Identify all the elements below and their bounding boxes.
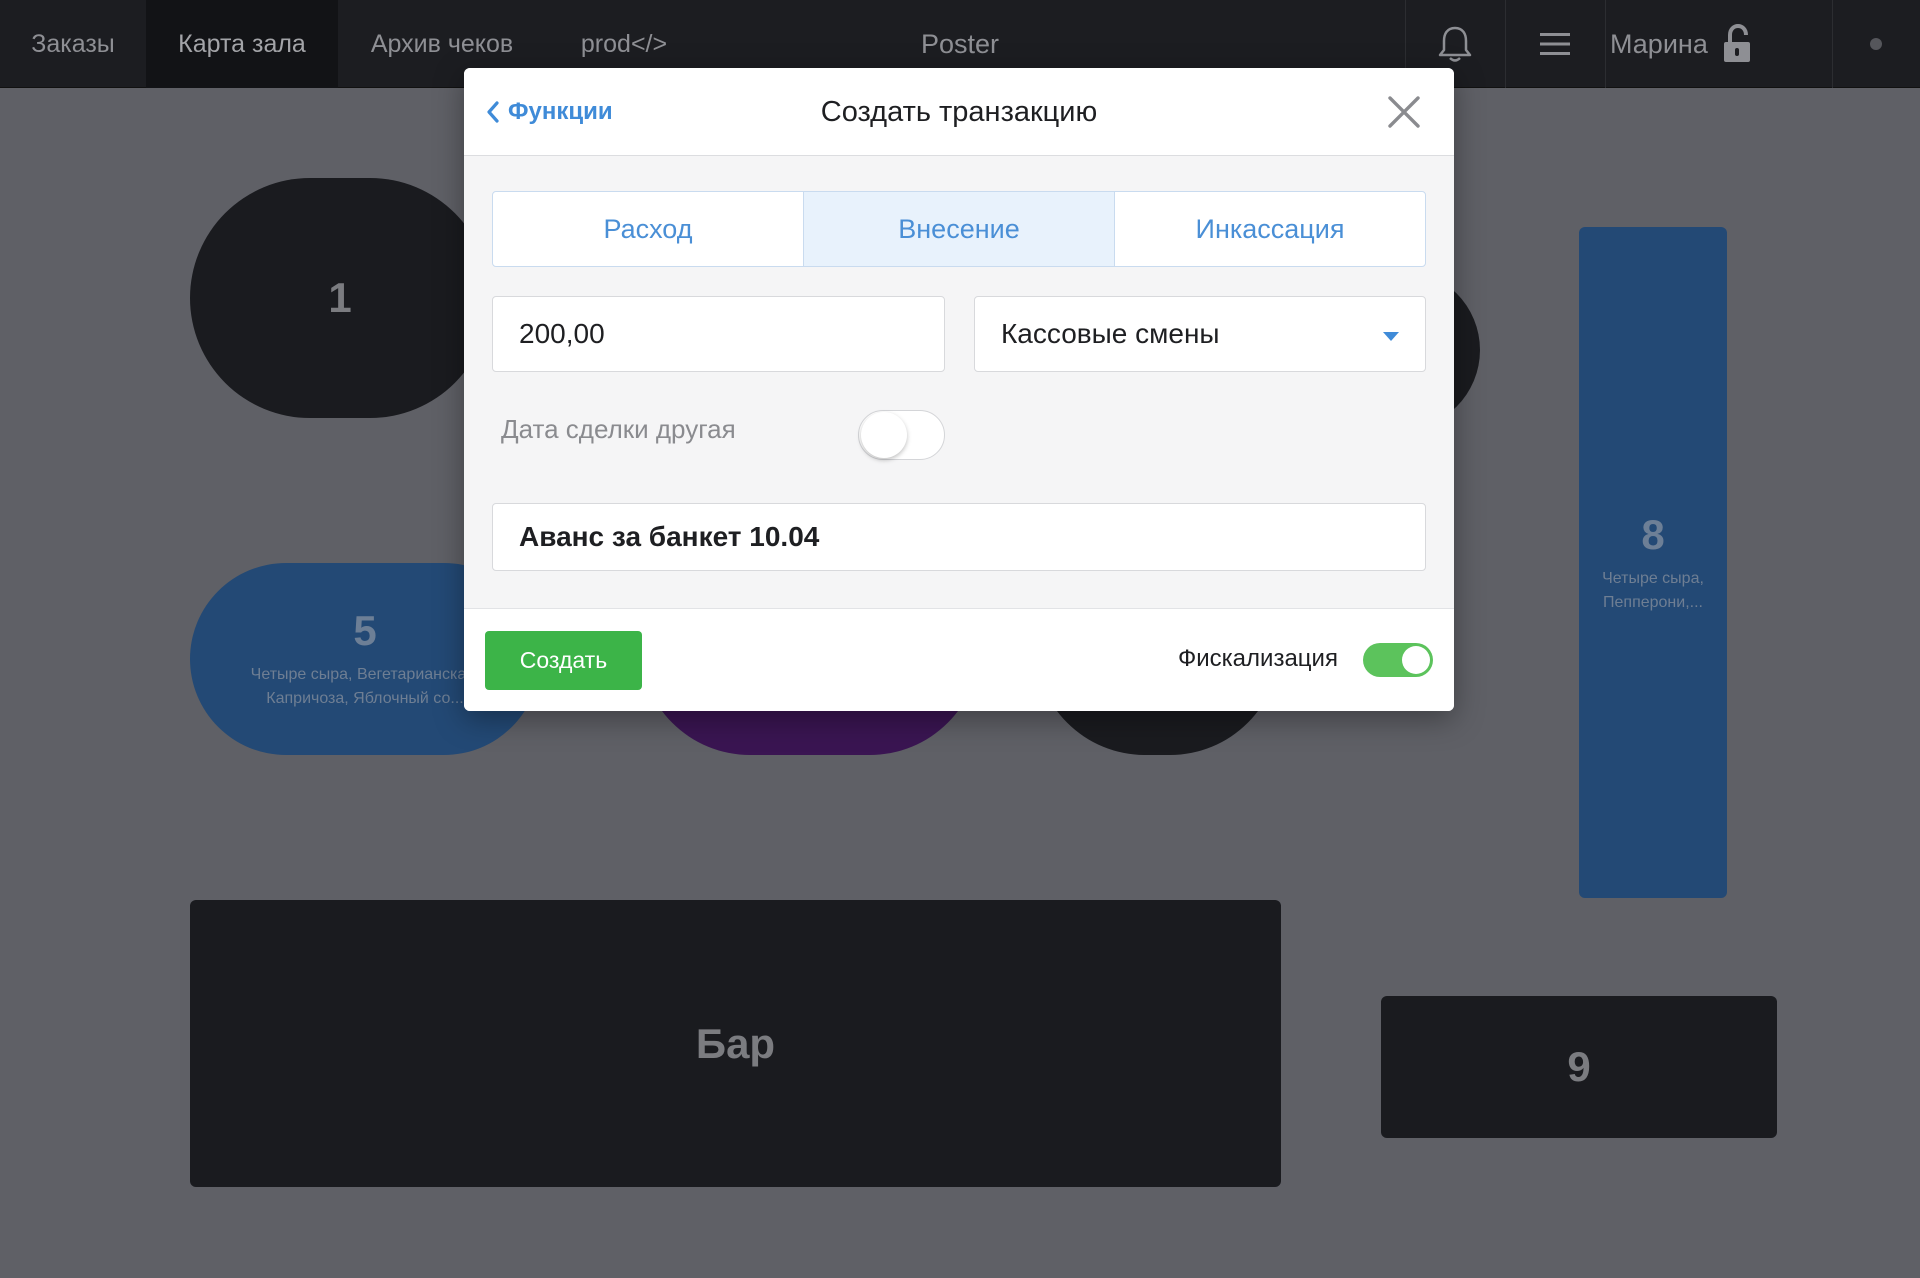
app-root: Заказы Карта зала Архив чеков prod</> Po…	[0, 0, 1920, 1278]
close-icon	[1388, 96, 1420, 128]
bell-icon	[1438, 26, 1472, 62]
back-to-functions-link[interactable]: Функции	[486, 68, 613, 156]
user-menu[interactable]: Марина	[1610, 0, 1752, 88]
comment-input[interactable]: Аванс за банкет 10.04	[492, 503, 1426, 571]
chevron-left-icon	[487, 101, 499, 123]
segment-collection[interactable]: Инкассация	[1115, 192, 1425, 266]
fiscalization-toggle[interactable]	[1363, 643, 1433, 677]
transaction-type-selector: Расход Внесение Инкассация	[492, 191, 1426, 267]
status-dot	[1870, 38, 1882, 50]
table-order-items: Четыре сыра, Пепперони,...	[1602, 569, 1704, 611]
amount-value: 200,00	[519, 318, 605, 349]
divider	[1832, 0, 1833, 88]
dialog-title: Создать транзакцию	[820, 96, 1098, 128]
dialog-header: Функции Создать транзакцию	[464, 68, 1454, 156]
table-number: 5	[353, 607, 377, 654]
hall-table-1[interactable]: 1	[190, 178, 490, 418]
segment-expense[interactable]: Расход	[493, 192, 804, 266]
tab-hall-map[interactable]: Карта зала	[146, 0, 338, 88]
back-link-label: Функции	[508, 98, 613, 125]
bar-label: Бар	[695, 1019, 776, 1067]
dialog-footer: Создать Фискализация	[464, 608, 1454, 711]
category-value: Кассовые смены	[1001, 318, 1220, 349]
hamburger-menu-icon	[1540, 33, 1570, 55]
lock-open-icon	[1723, 24, 1750, 62]
table-number: 1	[328, 274, 352, 321]
segment-deposit[interactable]: Внесение	[804, 192, 1115, 266]
comment-value: Аванс за банкет 10.04	[519, 521, 820, 552]
fiscalization-label: Фискализация	[1178, 645, 1338, 672]
hall-bar[interactable]: Бар	[190, 900, 1281, 1187]
table-number: 8	[1641, 510, 1665, 558]
user-name: Марина	[1610, 28, 1708, 59]
hall-table-8[interactable]: 8 Четыре сыра, Пепперони,...	[1579, 227, 1727, 898]
table-number: 9	[1567, 1043, 1591, 1090]
amount-input[interactable]: 200,00	[492, 296, 945, 372]
table-order-items: Четыре сыра, Вегетарианская, Капричоза, …	[250, 666, 480, 707]
toggle-knob	[1402, 646, 1430, 674]
create-transaction-dialog: Функции Создать транзакцию Расход Внесен…	[464, 68, 1454, 711]
tab-orders[interactable]: Заказы	[0, 0, 146, 88]
other-date-toggle[interactable]	[858, 410, 945, 460]
close-button[interactable]	[1382, 90, 1426, 134]
create-button[interactable]: Создать	[485, 631, 642, 690]
toggle-knob	[861, 412, 907, 458]
menu-button[interactable]	[1505, 0, 1605, 88]
category-select[interactable]: Кассовые смены	[974, 296, 1426, 372]
other-date-label: Дата сделки другая	[501, 414, 736, 444]
hall-table-9[interactable]: 9	[1381, 996, 1777, 1138]
divider	[1605, 0, 1606, 88]
caret-down-icon	[1383, 332, 1399, 341]
